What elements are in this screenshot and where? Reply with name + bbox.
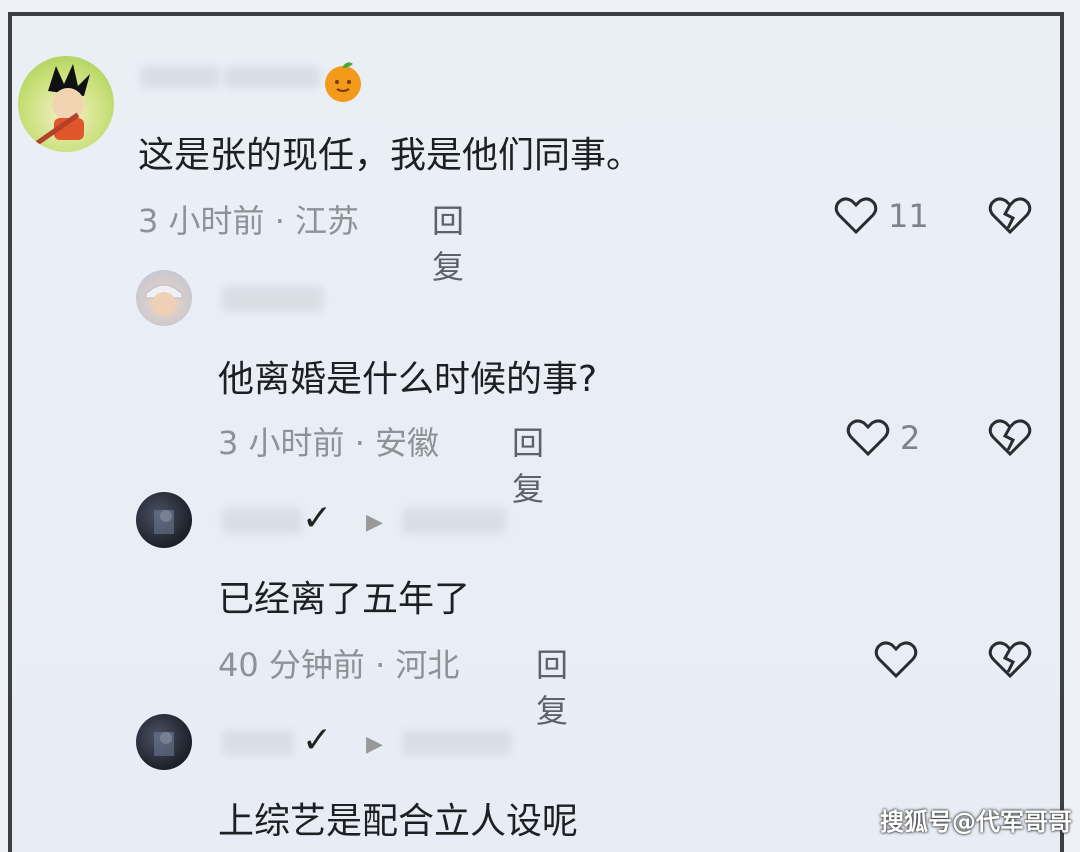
reply-time-location: 40 分钟前 · 河北	[218, 646, 460, 684]
heart-icon	[874, 641, 918, 679]
dislike-button[interactable]	[988, 640, 1032, 684]
verified-check-icon: ✓	[302, 498, 333, 539]
comment-time-location: 3 小时前 · 江苏	[138, 202, 360, 240]
person-avatar-icon	[154, 732, 174, 756]
reply-text: 他离婚是什么时候的事?	[218, 359, 598, 400]
like-button[interactable]: 11	[834, 196, 929, 236]
reply-target-username[interactable]	[402, 508, 506, 534]
username[interactable]	[222, 508, 302, 534]
like-button[interactable]	[874, 640, 918, 680]
like-count: 2	[900, 419, 921, 457]
reply-target-username[interactable]	[402, 730, 512, 756]
reply-arrow-icon: ▶	[366, 510, 383, 535]
like-button[interactable]: 2	[846, 418, 920, 458]
person-avatar-icon	[154, 510, 174, 534]
reply-text: 已经离了五年了	[218, 579, 471, 620]
avatar[interactable]	[136, 714, 192, 770]
reply-arrow-icon: ▶	[366, 732, 383, 757]
broken-heart-icon	[988, 641, 1032, 679]
broken-heart-icon	[988, 419, 1032, 457]
heart-icon	[846, 419, 890, 457]
avatar[interactable]	[136, 270, 192, 326]
dislike-button[interactable]	[988, 196, 1032, 240]
watermark: 搜狐号@代军哥哥	[880, 808, 1072, 836]
username[interactable]	[222, 286, 324, 312]
comment-thread: 这是张的现任，我是他们同事。 3 小时前 · 江苏 回复 11 他离婚是什么时候…	[8, 12, 1064, 852]
reply-button[interactable]: 回复	[536, 640, 568, 732]
like-count: 11	[888, 197, 929, 235]
reply-text: 上综艺是配合立人设呢	[218, 801, 579, 842]
dislike-button[interactable]	[988, 418, 1032, 462]
avatar[interactable]	[18, 56, 114, 152]
reply-button[interactable]: 回复	[432, 196, 464, 288]
reply-time-location: 3 小时前 · 安徽	[218, 424, 440, 462]
person-avatar-icon	[145, 284, 183, 316]
reply-button[interactable]: 回复	[512, 418, 544, 510]
username[interactable]	[140, 66, 220, 88]
orange-badge-icon	[320, 58, 366, 108]
username[interactable]	[222, 730, 294, 756]
comment-text: 这是张的现任，我是他们同事。	[138, 135, 643, 176]
username	[224, 66, 320, 88]
broken-heart-icon	[988, 197, 1032, 235]
cartoon-avatar-icon	[35, 64, 90, 146]
heart-icon	[834, 197, 878, 235]
avatar[interactable]	[136, 492, 192, 548]
verified-check-icon: ✓	[302, 720, 333, 761]
